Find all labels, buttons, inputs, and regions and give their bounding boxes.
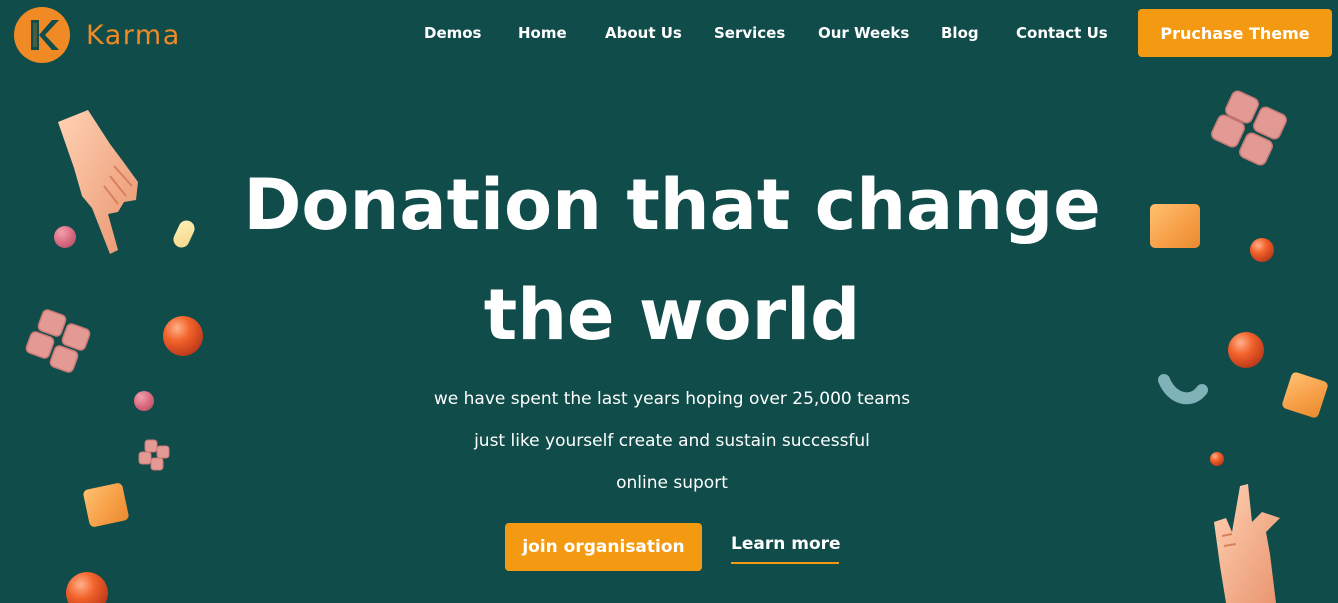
site-header: Karma Demos Home About Us Services Our W… [0,0,1338,70]
cube-icon [82,482,130,528]
pill-icon [170,217,198,251]
pink-tile-cluster-icon [25,309,91,373]
nav-item-our-weeks[interactable]: Our Weeks [818,24,909,42]
join-organisation-button[interactable]: join organisation [505,523,702,571]
hero-title-line-1: Donation that change [243,164,1101,246]
bead-icon [54,226,76,248]
teal-arc-icon [1158,374,1208,405]
pink-tile-cluster-icon [138,439,170,471]
pointing-up-hand-icon [1214,484,1280,603]
page: Karma Demos Home About Us Services Our W… [0,0,1338,603]
cube-icon [1281,371,1329,419]
orange-ball-icon [1210,452,1224,466]
hero-subtitle-line-1: we have spent the last years hoping over… [433,389,911,409]
orange-ball-icon [1250,238,1274,262]
hero-subtitle-line-3: online suport [616,473,728,493]
nav-item-home[interactable]: Home [518,24,567,42]
hero-subtitle: we have spent the last years hoping over… [360,378,984,504]
cube-icon [1150,204,1200,248]
orange-ball-icon [163,316,203,356]
hero-subtitle-line-2: just like yourself create and sustain su… [474,431,870,451]
nav-item-about-us[interactable]: About Us [605,24,682,42]
hero-title: Donation that change the world [200,150,1144,370]
learn-more-link[interactable]: Learn more [731,534,841,564]
bead-icon [134,391,154,411]
hero-title-line-2: the world [483,274,861,356]
nav-item-contact-us[interactable]: Contact Us [1016,24,1108,42]
nav-item-demos[interactable]: Demos [424,24,482,42]
pink-tile-cluster-icon [1211,90,1287,166]
purchase-theme-button[interactable]: Pruchase Theme [1138,9,1332,57]
orange-ball-icon [1228,332,1264,368]
orange-ball-icon [66,572,108,603]
nav-item-services[interactable]: Services [714,24,785,42]
nav-item-blog[interactable]: Blog [941,24,979,42]
